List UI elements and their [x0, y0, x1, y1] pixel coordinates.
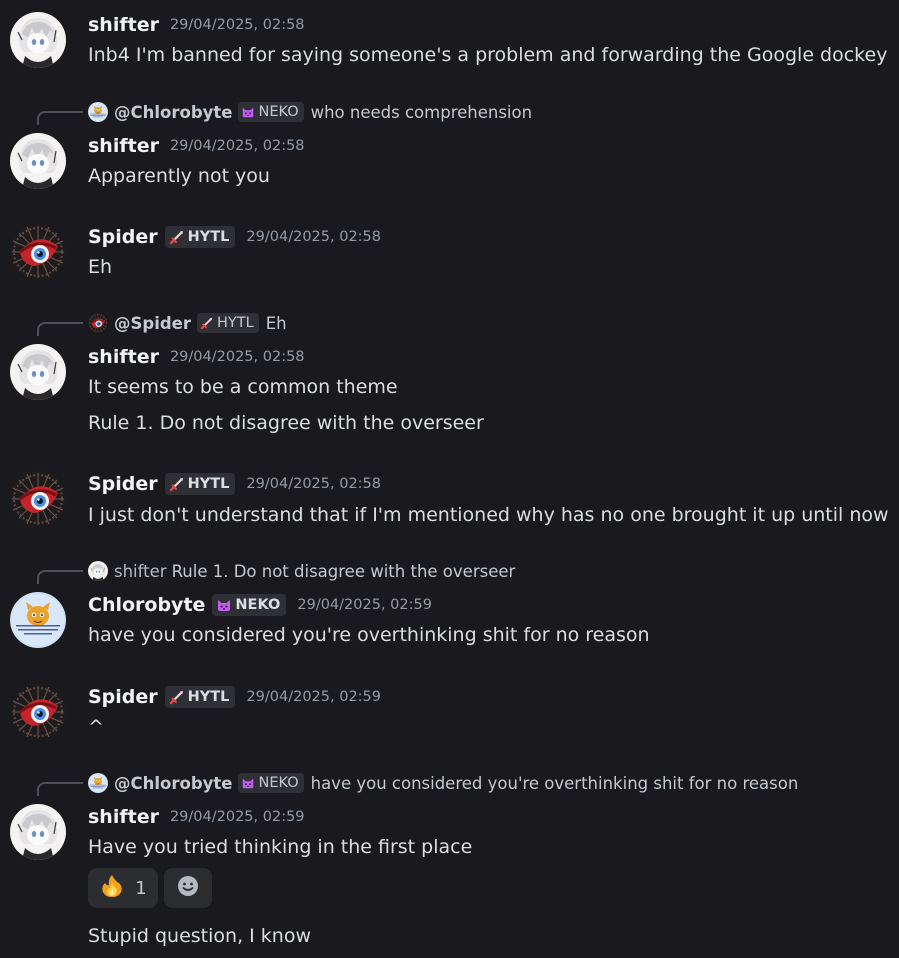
role-tag[interactable]: HYTL: [164, 686, 236, 708]
avatar: [88, 561, 108, 581]
message-header: shifter 29/04/2025, 02:59: [88, 805, 305, 829]
role-tag-label: NEKO: [258, 104, 299, 120]
username[interactable]: shifter: [88, 806, 159, 828]
avatar[interactable]: [10, 684, 66, 740]
fire-icon: [99, 873, 125, 903]
avatar[interactable]: [10, 12, 66, 68]
reply-author[interactable]: @Spider: [114, 314, 191, 333]
role-tag-label: NEKO: [235, 597, 281, 613]
role-tag: HYTL: [197, 313, 259, 333]
username[interactable]: shifter: [88, 346, 159, 368]
sword-icon: [169, 229, 185, 245]
username[interactable]: Spider: [88, 686, 158, 708]
add-reaction-button[interactable]: [164, 868, 212, 908]
avatar[interactable]: [10, 804, 66, 860]
reply-author[interactable]: @Chlorobyte: [114, 774, 232, 793]
message-text: have you considered you're overthinking …: [88, 624, 650, 646]
add-reaction-icon: [176, 874, 200, 902]
cat-icon: [241, 776, 258, 790]
role-tag[interactable]: HYTL: [164, 473, 236, 495]
avatar[interactable]: [10, 133, 66, 189]
reply-text[interactable]: Rule 1. Do not disagree with the oversee…: [172, 562, 516, 581]
sword-icon: [200, 316, 217, 330]
role-tag-label: HYTL: [187, 689, 230, 705]
avatar: [88, 313, 108, 333]
message-text: It seems to be a common theme: [88, 376, 398, 398]
timestamp: 29/04/2025, 02:58: [169, 138, 305, 154]
timestamp: 29/04/2025, 02:58: [246, 229, 381, 245]
message-text: Stupid question, I know: [88, 925, 312, 947]
message-text: I just don't understand that if I'm ment…: [88, 504, 889, 526]
reply-preview[interactable]: shifter Rule 1. Do not disagree with the…: [88, 560, 515, 582]
message-header: Chlorobyte NEKO 29/04/2025, 02:59: [88, 593, 432, 617]
role-tag: NEKO: [238, 773, 304, 793]
username[interactable]: Spider: [88, 226, 158, 248]
reply-author[interactable]: shifter: [114, 562, 167, 581]
message-header: shifter 29/04/2025, 02:58: [88, 13, 305, 37]
reply-preview[interactable]: @Chlorobyte NEKO who needs comprehension: [88, 101, 532, 123]
avatar[interactable]: [10, 471, 66, 527]
reply-text[interactable]: who needs comprehension: [311, 103, 532, 122]
reaction-button[interactable]: 1: [88, 868, 158, 908]
sword-icon: [169, 689, 185, 705]
avatar[interactable]: [10, 344, 66, 400]
reply-connector: [37, 322, 83, 336]
timestamp: 29/04/2025, 02:58: [169, 17, 305, 33]
role-tag: NEKO: [238, 102, 304, 122]
reply-text[interactable]: Eh: [266, 314, 287, 333]
sword-icon: [169, 476, 185, 492]
message-text: Apparently not you: [88, 165, 270, 187]
role-tag-label: HYTL: [217, 315, 254, 331]
cat-icon: [216, 597, 232, 613]
username[interactable]: shifter: [88, 14, 159, 36]
reply-connector: [37, 570, 83, 584]
role-tag-label: HYTL: [187, 229, 230, 245]
role-tag[interactable]: NEKO: [212, 594, 287, 616]
role-tag-label: NEKO: [258, 775, 299, 791]
avatar: [88, 773, 108, 793]
message-text: Eh: [88, 256, 113, 278]
message-text: Have you tried thinking in the first pla…: [88, 836, 473, 858]
timestamp: 29/04/2025, 02:59: [246, 689, 381, 705]
username[interactable]: Spider: [88, 473, 158, 495]
role-tag[interactable]: HYTL: [164, 226, 236, 248]
message-header: shifter 29/04/2025, 02:58: [88, 134, 305, 158]
reply-connector: [37, 111, 83, 125]
avatar: [88, 102, 108, 122]
reaction-count: 1: [135, 877, 147, 899]
message-text: Rule 1. Do not disagree with the oversee…: [88, 412, 484, 434]
username[interactable]: shifter: [88, 135, 159, 157]
message-text: Inb4 I'm banned for saying someone's a p…: [88, 44, 888, 66]
reply-preview[interactable]: @Spider HYTL Eh: [88, 312, 287, 334]
avatar[interactable]: [10, 224, 66, 280]
avatar[interactable]: [10, 592, 66, 648]
username[interactable]: Chlorobyte: [88, 594, 205, 616]
reply-connector: [37, 782, 83, 796]
message-header: Spider HYTL 29/04/2025, 02:59: [88, 685, 381, 709]
message-header: shifter 29/04/2025, 02:58: [88, 345, 305, 369]
message-header: Spider HYTL 29/04/2025, 02:58: [88, 472, 381, 496]
timestamp: 29/04/2025, 02:58: [246, 476, 381, 492]
role-tag-label: HYTL: [187, 476, 230, 492]
timestamp: 29/04/2025, 02:58: [169, 349, 305, 365]
message-text: ^: [88, 716, 104, 738]
cat-icon: [241, 105, 258, 119]
timestamp: 29/04/2025, 02:59: [297, 597, 432, 613]
reply-preview[interactable]: @Chlorobyte NEKO have you considered you…: [88, 772, 798, 794]
chat-log: shifter 29/04/2025, 02:58 Inb4 I'm banne…: [0, 0, 899, 958]
reply-text[interactable]: have you considered you're overthinking …: [311, 774, 799, 793]
timestamp: 29/04/2025, 02:59: [169, 809, 305, 825]
reply-author[interactable]: @Chlorobyte: [114, 103, 232, 122]
message-header: Spider HYTL 29/04/2025, 02:58: [88, 225, 381, 249]
